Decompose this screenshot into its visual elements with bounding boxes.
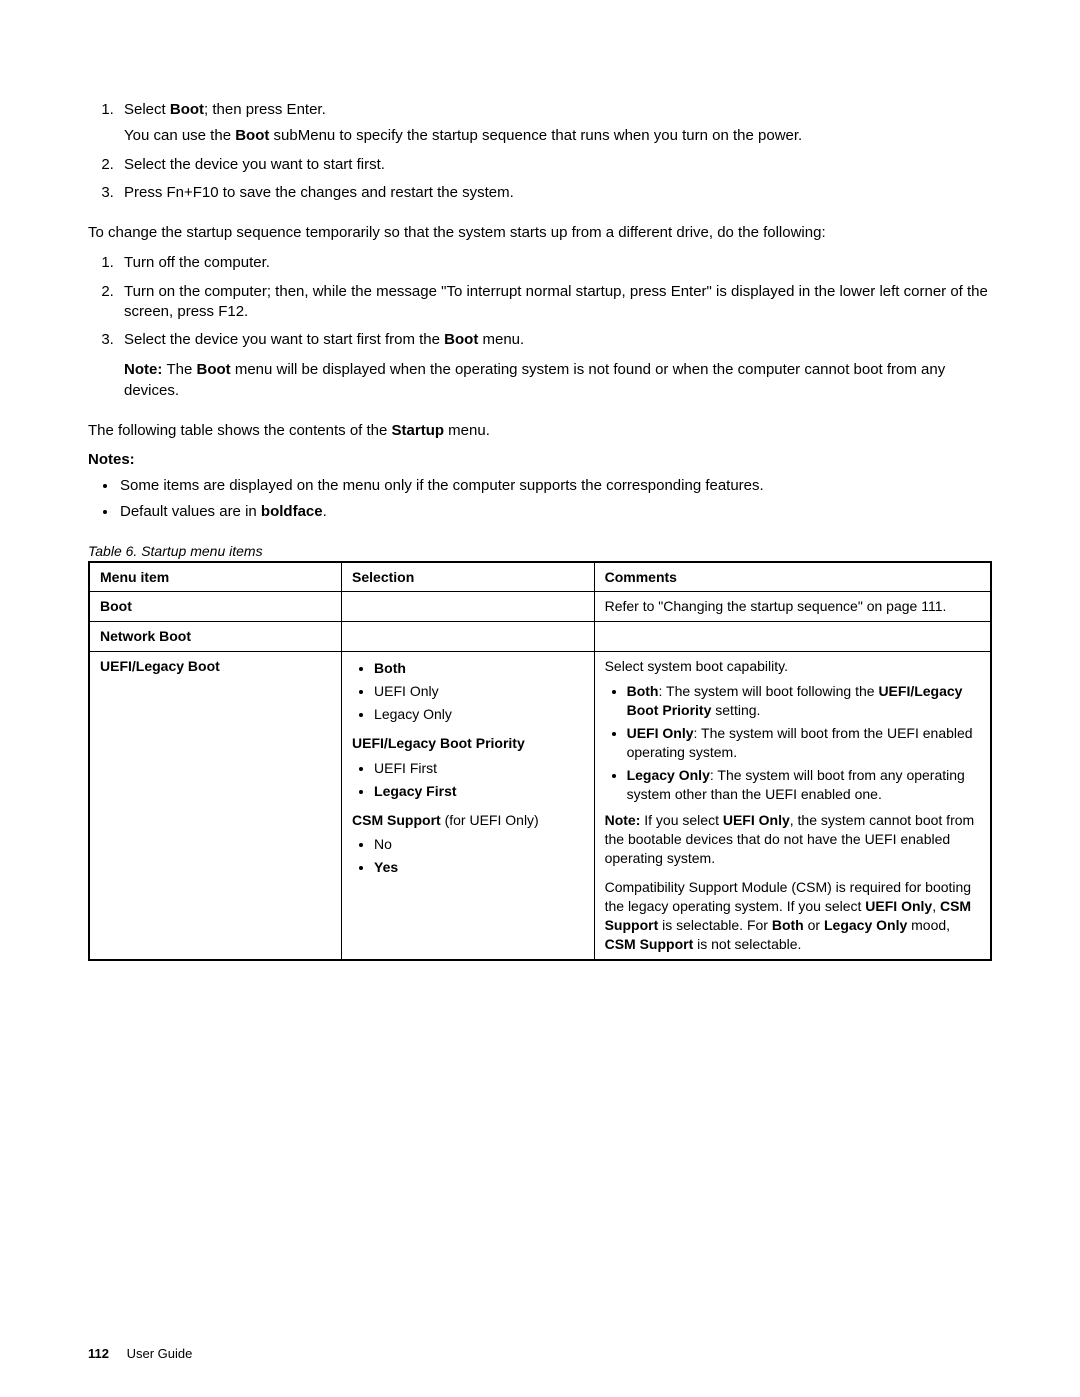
page-number: 112 <box>88 1346 109 1361</box>
col-menu-item: Menu item <box>89 562 342 592</box>
note-item: Default values are in boldface. <box>118 502 992 522</box>
startup-menu-table: Menu item Selection Comments Boot Refer … <box>88 561 992 961</box>
table-row: Boot Refer to "Changing the startup sequ… <box>89 592 991 622</box>
notes-list: Some items are displayed on the menu onl… <box>88 476 992 523</box>
step-3: Select the device you want to start firs… <box>118 330 992 401</box>
col-comments: Comments <box>594 562 991 592</box>
note-item: Some items are displayed on the menu onl… <box>118 476 992 496</box>
step-2: Turn on the computer; then, while the me… <box>118 282 992 323</box>
step-2: Select the device you want to start firs… <box>118 155 992 175</box>
notes-heading: Notes: <box>88 451 992 468</box>
step-1: Select Boot; then press Enter. You can u… <box>118 100 992 147</box>
step-1: Turn off the computer. <box>118 253 992 273</box>
col-selection: Selection <box>342 562 595 592</box>
table-intro: The following table shows the contents o… <box>88 421 992 441</box>
step-3: Press Fn+F10 to save the changes and res… <box>118 183 992 203</box>
page-footer: 112 User Guide <box>88 1346 192 1361</box>
intro-paragraph: To change the startup sequence temporari… <box>88 223 992 243</box>
table-row: UEFI/Legacy Boot Both UEFI Only Legacy O… <box>89 652 991 960</box>
table-caption: Table 6. Startup menu items <box>88 543 992 559</box>
table-row: Network Boot <box>89 622 991 652</box>
procedure-list-1: Select Boot; then press Enter. You can u… <box>88 100 992 203</box>
procedure-list-2: Turn off the computer. Turn on the compu… <box>88 253 992 401</box>
doc-title: User Guide <box>127 1346 193 1361</box>
